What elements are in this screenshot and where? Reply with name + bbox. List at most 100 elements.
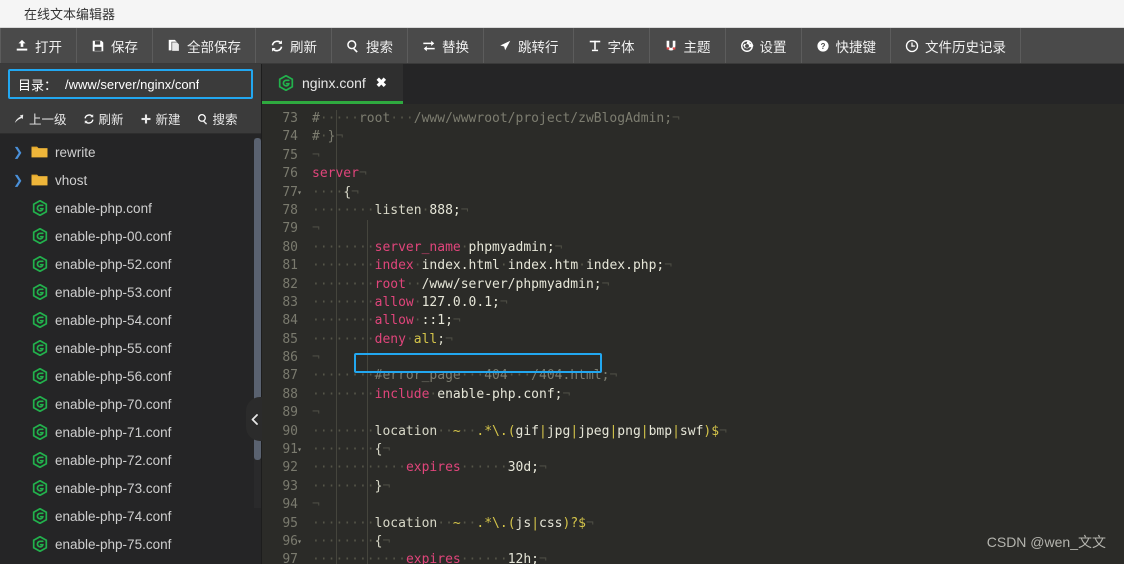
nginx-icon xyxy=(32,508,47,524)
file-row[interactable]: · enable-php-52.conf xyxy=(0,250,261,278)
file-sidebar: 目录： /www/server/nginx/conf 上一级 刷新 新建 搜索 ❯ re… xyxy=(0,64,262,564)
caret-placeholder: · xyxy=(12,201,24,215)
code-line[interactable]: ········deny·all;¬ xyxy=(312,331,1124,349)
fold-toggle-icon[interactable]: ▾ xyxy=(297,184,302,202)
nginx-icon xyxy=(32,284,47,300)
file-list[interactable]: ❯ rewrite ❯ vhost · enable-php.conf · enable-ph… xyxy=(0,134,261,564)
expand-chevron-icon[interactable]: ❯ xyxy=(12,173,24,187)
toolbar-button-3[interactable]: 全部保存 xyxy=(153,28,256,63)
code-line[interactable]: #·····root···/www/wwwroot/project/zwBlog… xyxy=(312,110,1124,128)
toolbar-button-7[interactable]: 跳转行 xyxy=(484,28,574,63)
toolbar-button-11[interactable]: ? 快捷键 xyxy=(802,28,891,63)
code-line[interactable]: ¬ xyxy=(312,147,1124,165)
code-token: · xyxy=(413,294,422,310)
folder-icon xyxy=(31,146,48,158)
code-token: phpmyadmin; xyxy=(468,239,555,255)
code-line[interactable]: ········server_name·phpmyadmin;¬ xyxy=(312,239,1124,257)
code-line[interactable]: ¬ xyxy=(312,404,1124,422)
toolbar-button-4[interactable]: 刷新 xyxy=(256,28,332,63)
nginx-icon xyxy=(32,396,47,412)
code-line[interactable]: ········location··~··.*\.(gif|jpg|jpeg|p… xyxy=(312,423,1124,441)
sidebar-tool-1[interactable]: 上一级 xyxy=(6,108,74,130)
code-token: ¬ xyxy=(358,166,367,182)
toolbar-button-12[interactable]: 文件历史记录 xyxy=(891,28,1021,63)
toolbar-button-8[interactable]: 字体 xyxy=(574,28,650,63)
code-line[interactable]: ········root··/www/server/phpmyadmin;¬ xyxy=(312,276,1124,294)
code-line[interactable]: ············expires······30d;¬ xyxy=(312,459,1124,477)
caret-placeholder: · xyxy=(12,313,24,327)
code-area[interactable]: 73 74 75 76 77 ▾ 78 79 80 81 82 83 84 85 86 87 88 89 90 91 ▾… xyxy=(262,104,1124,564)
file-row[interactable]: · enable-php-74.conf xyxy=(0,502,261,530)
code-token: ···· xyxy=(312,460,344,476)
toolbar-button-6[interactable]: 替换 xyxy=(408,28,484,63)
line-number: 82 xyxy=(282,276,298,292)
sidebar-collapse-handle[interactable] xyxy=(246,397,262,441)
toolbar-button-2[interactable]: 保存 xyxy=(77,28,153,63)
file-row[interactable]: · enable-php-56.conf xyxy=(0,362,261,390)
code-token: 30d; xyxy=(507,460,540,476)
code-token: | xyxy=(640,423,649,439)
sidebar-tool-2[interactable]: 刷新 xyxy=(76,108,131,130)
workspace: 目录： /www/server/nginx/conf 上一级 刷新 新建 搜索 ❯ re… xyxy=(0,64,1124,564)
code-token: ¬ xyxy=(609,368,618,384)
expand-chevron-icon[interactable]: ❯ xyxy=(12,145,24,159)
code-token: ·· xyxy=(437,515,453,531)
toolbar-button-10[interactable]: 设置 xyxy=(726,28,802,63)
window-title: 在线文本编辑器 xyxy=(24,7,116,22)
code-line[interactable]: ········allow·127.0.0.1;¬ xyxy=(312,294,1124,312)
nginx-icon xyxy=(31,228,48,244)
font-icon xyxy=(588,39,602,53)
code-line[interactable]: ····{¬ xyxy=(312,184,1124,202)
sidebar-tool-3[interactable]: 新建 xyxy=(133,108,188,130)
folder-row[interactable]: ❯ vhost xyxy=(0,166,261,194)
nginx-icon xyxy=(278,74,294,91)
close-icon[interactable]: ✖ xyxy=(376,75,387,91)
code-line[interactable]: #·}¬ xyxy=(312,128,1124,146)
file-row[interactable]: · enable-php-55.conf xyxy=(0,334,261,362)
search-icon xyxy=(346,39,360,53)
code-content[interactable]: #·····root···/www/wwwroot/project/zwBlog… xyxy=(304,104,1124,564)
fold-toggle-icon[interactable]: ▾ xyxy=(297,533,302,551)
code-line[interactable]: ········listen·888;¬ xyxy=(312,202,1124,220)
toolbar-button-9[interactable]: 主题 xyxy=(650,28,726,63)
line-number: 79 xyxy=(282,221,298,237)
code-token: # xyxy=(312,129,320,145)
code-line[interactable]: ········index·index.html·index.htm·index… xyxy=(312,257,1124,275)
code-line[interactable]: ¬ xyxy=(312,496,1124,514)
code-token: 404 xyxy=(484,368,508,384)
code-token: index xyxy=(374,258,414,274)
file-row[interactable]: · enable-php-54.conf xyxy=(0,306,261,334)
file-row[interactable]: · enable-php-73.conf xyxy=(0,474,261,502)
code-line[interactable]: ········allow·::1;¬ xyxy=(312,312,1124,330)
code-line[interactable]: ············expires······12h;¬ xyxy=(312,551,1124,564)
file-row[interactable]: · enable-php-72.conf xyxy=(0,446,261,474)
file-row[interactable]: · enable-php-70.conf xyxy=(0,390,261,418)
code-line[interactable]: server¬ xyxy=(312,165,1124,183)
editor-tab[interactable]: nginx.conf ✖ xyxy=(262,64,403,104)
file-row[interactable]: · enable-php-71.conf xyxy=(0,418,261,446)
sidebar-scrollbar[interactable] xyxy=(254,138,261,508)
toolbar-button-5[interactable]: 搜索 xyxy=(332,28,408,63)
file-row[interactable]: · enable-php-53.conf xyxy=(0,278,261,306)
file-row[interactable]: · enable-php-00.conf xyxy=(0,222,261,250)
directory-path-field[interactable]: 目录： /www/server/nginx/conf xyxy=(8,69,253,99)
code-line[interactable]: ········include·enable-php.conf;¬ xyxy=(312,386,1124,404)
fold-toggle-icon[interactable]: ▾ xyxy=(297,441,302,459)
file-row[interactable]: · enable-php.conf xyxy=(0,194,261,222)
code-token: ···· xyxy=(343,313,375,329)
toolbar-button-1[interactable]: 打开 xyxy=(0,28,77,63)
file-name: enable-php.conf xyxy=(55,200,152,216)
sidebar-tool-4[interactable]: 搜索 xyxy=(190,108,245,130)
code-line[interactable]: ········#error_page···404···/404.html;¬ xyxy=(312,367,1124,385)
file-row[interactable]: · enable-php-75.conf xyxy=(0,530,261,558)
folder-row[interactable]: ❯ rewrite xyxy=(0,138,261,166)
code-line[interactable]: ¬ xyxy=(312,220,1124,238)
code-token: index.html xyxy=(421,258,500,274)
code-token: ···· xyxy=(312,533,344,549)
code-line[interactable]: ¬ xyxy=(312,349,1124,367)
code-token: # xyxy=(312,111,320,126)
code-line[interactable]: ········}¬ xyxy=(312,478,1124,496)
code-line[interactable]: ········location··~··.*\.(js|css)?$¬ xyxy=(312,515,1124,533)
code-line[interactable]: ········{¬ xyxy=(312,441,1124,459)
code-token: 12h; xyxy=(507,552,540,564)
